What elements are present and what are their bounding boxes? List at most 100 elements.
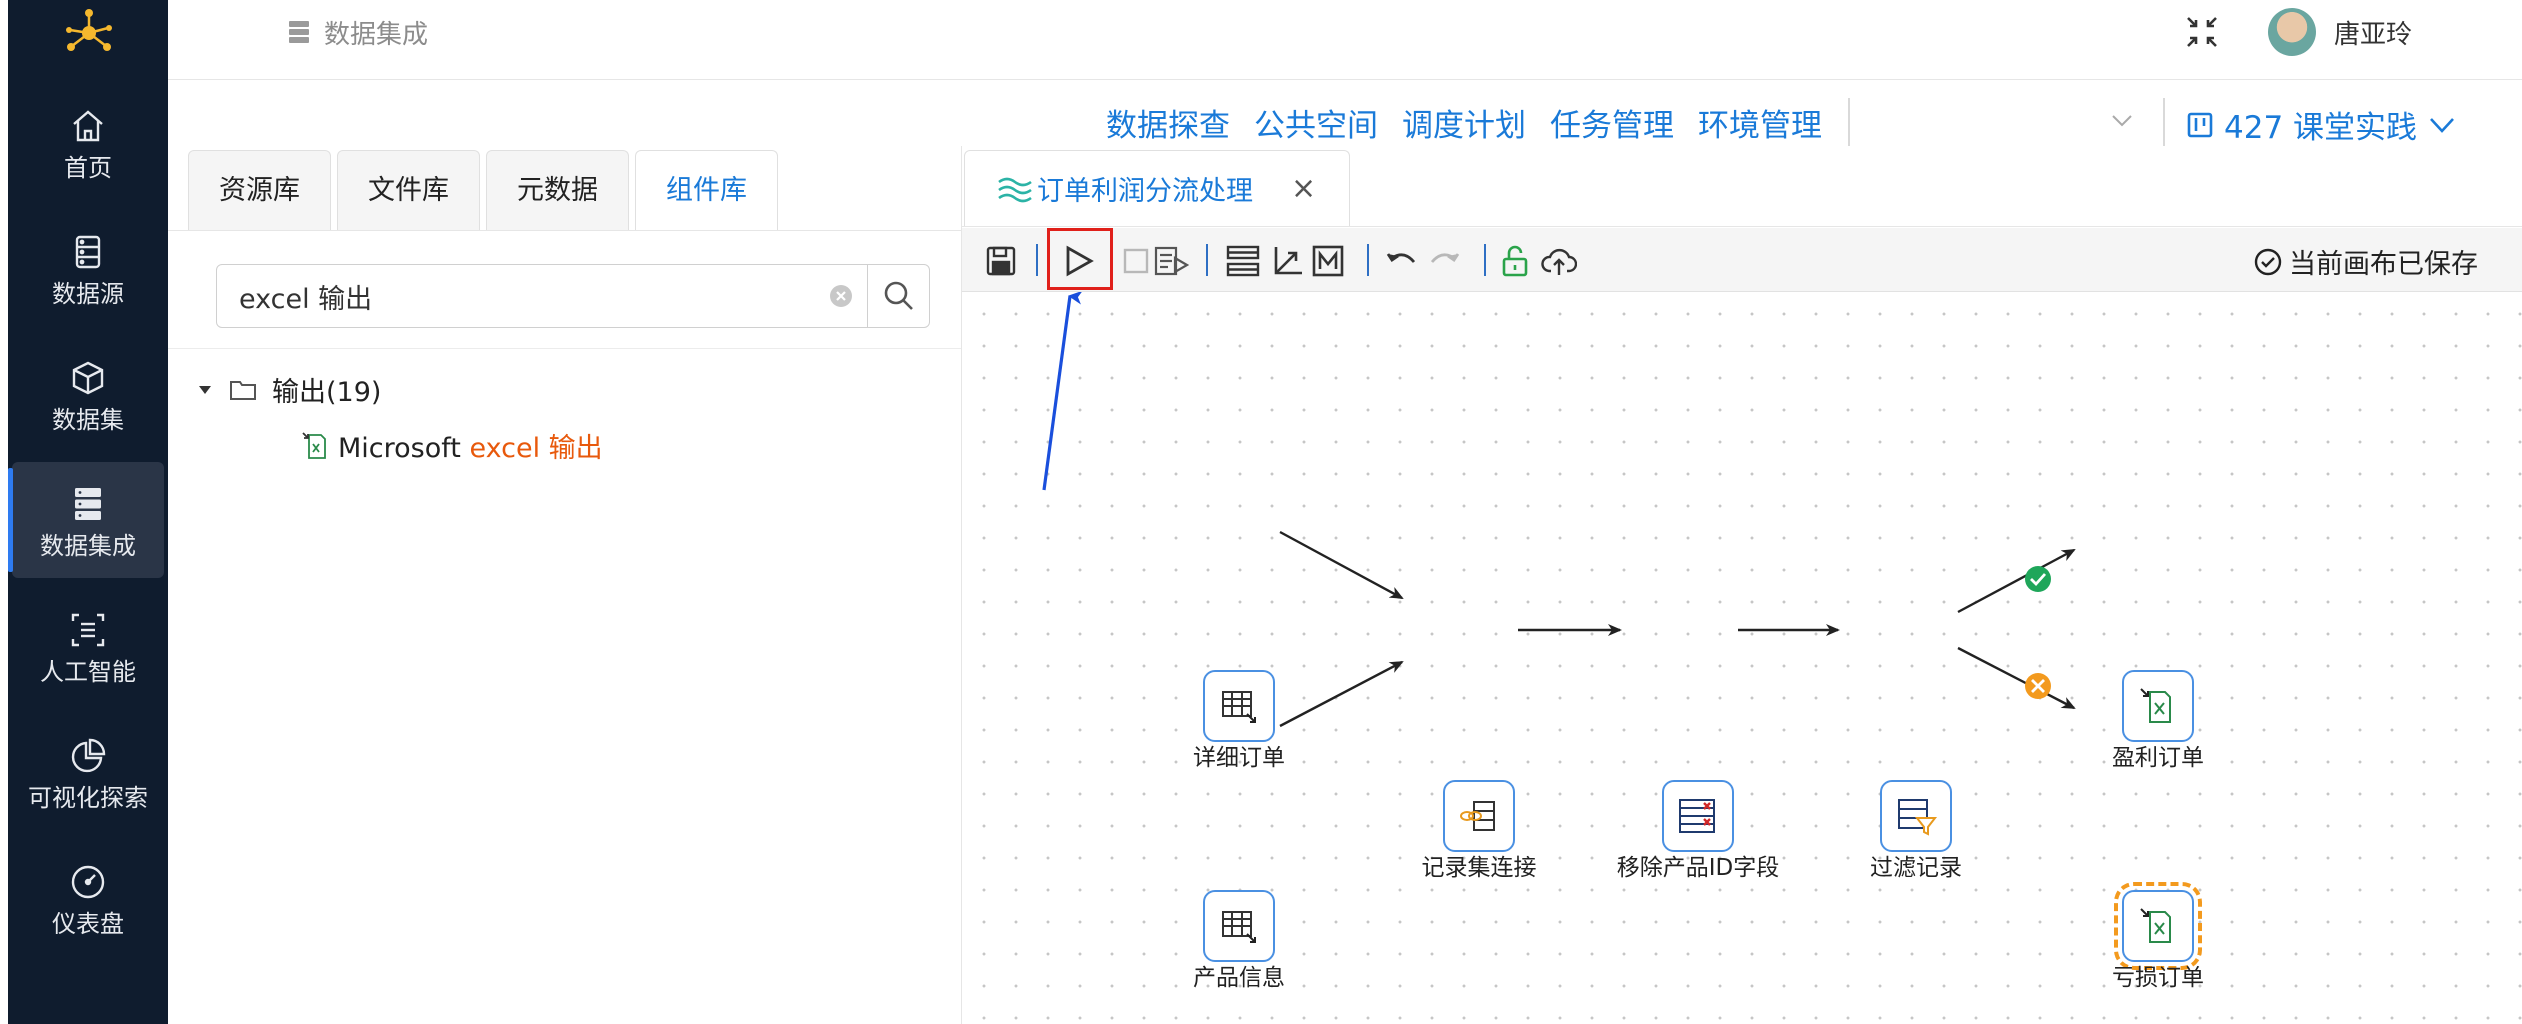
breadcrumb: 数据集成 [288,12,428,52]
divider [2163,98,2165,146]
component-search [216,264,930,328]
sidebar-item-integration[interactable]: 数据集成 [8,462,164,578]
metadata-button[interactable] [1309,242,1347,280]
divider [1484,244,1486,276]
link-task-manage[interactable]: 任务管理 [1550,100,1674,145]
flow-editor: 订单利润分流处理 × 当前画布已保存 详细订单 产品信息 记录集连接 移除产品I… [962,146,2522,1024]
leaf-highlight: excel 输出 [469,433,603,464]
tab-files[interactable]: 文件库 [337,150,480,230]
failure-icon [2025,673,2051,699]
sidebar-item-datasource[interactable]: 数据源 [12,210,164,326]
divider [168,230,961,231]
divider [962,226,2522,227]
node-label: 盈利订单 [2112,745,2204,771]
server-stack-icon [75,488,101,520]
link-env-manage[interactable]: 环境管理 [1698,100,1822,145]
redo-icon [1430,253,1460,263]
gauge-icon [71,865,105,899]
undo-button[interactable] [1382,242,1420,280]
link-public-space[interactable]: 公共空间 [1254,100,1378,145]
debug-button[interactable] [1152,242,1190,280]
close-icon[interactable]: × [1291,171,1316,206]
caret-down-icon[interactable] [196,381,214,399]
sidebar-item-label: 仪表盘 [52,910,124,938]
align-icon [1274,247,1302,275]
connection [1279,530,1404,600]
node-label: 产品信息 [1193,965,1285,991]
tree-folder-output[interactable]: 输出(19) [196,370,381,409]
top-header: 数据集成 唐亚玲 [168,0,2522,80]
search-icon [884,281,913,310]
node-remove-product-id[interactable] [1662,780,1734,852]
tab-components[interactable]: 组件库 [635,150,778,230]
pie-chart-icon [71,738,106,773]
tab-metadata[interactable]: 元数据 [486,150,629,230]
sidebar-item-label: 可视化探索 [28,784,148,812]
table-input-icon [1222,691,1256,723]
save-button[interactable] [982,242,1020,280]
node-loss-orders[interactable] [2114,882,2202,970]
node-filter-records[interactable] [1880,780,1952,852]
module-links: 数据探查 公共空间 调度计划 任务管理 环境管理 [1106,100,1822,145]
user-menu[interactable]: 唐亚玲 [2267,8,2412,56]
project-selector[interactable]: 427 课堂实践 [2186,102,2457,147]
tree-leaf-excel-output[interactable]: Microsoft excel 输出 [300,426,603,465]
server-stack-icon [289,21,309,43]
sidebar-item-label: 首页 [64,154,112,182]
divider [1367,244,1369,276]
link-data-explore[interactable]: 数据探查 [1106,100,1230,145]
app-root: 首页 数据源 数据集 数据集成 人工智能 可视化探索 仪表盘 数据集成 唐亚玲 … [0,0,2522,1024]
save-icon [986,246,1016,276]
sidebar-item-home[interactable]: 首页 [12,84,164,200]
search-input[interactable] [217,265,815,327]
divider [1206,244,1208,276]
sidebar-item-dashboard[interactable]: 仪表盘 [12,840,164,956]
sidebar-item-visual[interactable]: 可视化探索 [12,714,164,830]
sidebar-item-label: 数据源 [52,280,124,308]
fullscreen-icon[interactable] [2184,14,2220,50]
unlock-icon [1502,245,1528,277]
flow-canvas[interactable]: 详细订单 产品信息 记录集连接 移除产品ID字段 过滤记录 盈利订单 亏损订单 [962,292,2522,1024]
sidebar-item-ai[interactable]: 人工智能 [12,588,164,704]
layout-button[interactable] [1224,242,1262,280]
align-button[interactable] [1269,242,1307,280]
redo-button[interactable] [1426,242,1464,280]
tab-flow[interactable]: 订单利润分流处理 × [964,150,1350,226]
leaf-prefix: Microsoft [338,433,470,464]
breadcrumb-label: 数据集成 [324,19,429,50]
node-label: 记录集连接 [1421,855,1537,881]
divider [1036,244,1038,276]
excel-output-icon [2140,688,2171,723]
publish-button[interactable] [1540,242,1578,280]
folder-icon [230,380,256,400]
flow-icon [998,177,1032,202]
search-button[interactable] [867,265,929,327]
sidebar-item-label: 数据集 [52,406,124,434]
chevron-down-icon [2430,117,2454,133]
avatar[interactable] [2267,8,2316,56]
divider [168,348,961,349]
table-input-icon [1222,911,1256,943]
node-product-info[interactable] [1203,890,1275,962]
lock-button[interactable] [1496,242,1534,280]
sidebar-item-label: 数据集成 [40,532,136,560]
connection [1279,660,1404,728]
node-recordset-join[interactable] [1443,780,1515,852]
node-label: 详细订单 [1193,745,1285,771]
kanban-icon [2187,112,2213,137]
library-tabs: 资源库 文件库 元数据 组件库 [188,150,778,230]
leaf-label: Microsoft excel 输出 [338,426,603,465]
stop-button[interactable] [1117,242,1155,280]
node-label: 移除产品ID字段 [1616,855,1780,881]
link-schedule[interactable]: 调度计划 [1402,100,1526,145]
debug-run-icon [1154,246,1189,276]
node-profit-orders[interactable] [2122,670,2194,742]
cloud-upload-icon [1541,248,1577,275]
node-detail-orders[interactable] [1203,670,1275,742]
check-circle-icon [2254,248,2282,275]
tab-resource[interactable]: 资源库 [188,150,331,230]
project-name: 427 课堂实践 [2224,110,2418,146]
clear-button[interactable] [815,265,867,327]
chevron-down-icon[interactable] [2108,106,2136,134]
sidebar-item-dataset[interactable]: 数据集 [12,336,164,452]
